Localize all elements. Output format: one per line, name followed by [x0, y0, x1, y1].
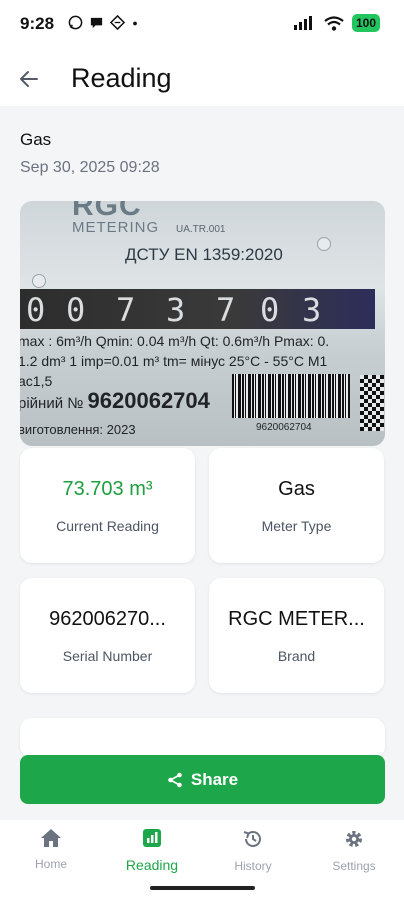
brand-label: Brand — [277, 648, 316, 664]
photo-metering-text: METERING — [72, 219, 160, 236]
serial-number-value: 962006270... — [49, 608, 166, 630]
share-icon — [168, 772, 182, 787]
back-button[interactable] — [14, 64, 44, 94]
photo-spec-line: 1.2 dm³ 1 imp=0.01 m³ tm= мінус 25°C - 5… — [20, 353, 328, 369]
brand-card: RGC METER... Brand — [209, 578, 384, 693]
nav-history-label: History — [234, 859, 272, 873]
photo-spec-line: max : 6m³/h Qmin: 0.04 m³/h Qt: 0.6m³/h … — [20, 333, 330, 349]
nav-settings[interactable]: Settings — [314, 828, 394, 878]
photo-ua-tr-text: UA.TR.001 — [176, 224, 226, 235]
serial-number-card: 962006270... Serial Number — [20, 578, 195, 693]
photo-year-line: виготовлення: 2023 — [20, 422, 136, 437]
page-title: Reading — [71, 63, 172, 93]
photo-serial-line: рійний № 9620062704 — [20, 388, 210, 414]
status-right: 100 — [293, 14, 380, 32]
photo-barcode-number: 9620062704 — [256, 422, 312, 433]
chat-icon — [90, 17, 103, 29]
dot-icon — [133, 21, 137, 26]
app-bar: Reading — [0, 52, 404, 106]
odometer-digit: 7 — [216, 291, 236, 329]
nav-home-label: Home — [34, 857, 67, 871]
signal-icon — [293, 16, 312, 30]
meter-name: Gas — [20, 130, 52, 149]
odometer-digit: 0 — [260, 291, 280, 329]
nav-reading-label: Reading — [125, 857, 179, 873]
nav-reading[interactable]: Reading — [112, 828, 192, 878]
share-button-label: Share — [190, 769, 239, 789]
reading-timestamp: Sep 30, 2025 09:28 — [20, 159, 160, 176]
nav-home[interactable]: Home — [11, 828, 91, 878]
current-reading-value: 73.703 m³ — [62, 478, 153, 500]
nav-settings-label: Settings — [332, 859, 376, 873]
odometer-digit: 0 — [66, 291, 86, 329]
current-reading-card: 73.703 m³ Current Reading — [20, 448, 195, 563]
photo-serial-label: рійний № — [20, 395, 84, 412]
meter-type-label: Meter Type — [261, 518, 332, 534]
meter-photo[interactable]: RGC METERING UA.TR.001 ДСТУ EN 1359:2020… — [20, 201, 385, 446]
share-button[interactable]: Share — [20, 755, 385, 804]
photo-serial-value: 9620062704 — [87, 388, 210, 413]
history-icon — [243, 831, 261, 847]
odometer-digit: 3 — [166, 291, 186, 329]
photo-barcode — [232, 374, 350, 418]
photo-screw — [317, 237, 331, 251]
details-card[interactable] — [20, 718, 385, 758]
notification-icons — [68, 15, 139, 30]
whatsapp-icon — [68, 15, 83, 30]
battery-indicator: 100 — [351, 14, 380, 32]
reading-icon — [143, 829, 161, 847]
serial-number-label: Serial Number — [62, 648, 153, 664]
photo-spec-line: ас1,5 — [20, 373, 53, 389]
brand-value: RGC METER... — [228, 608, 365, 630]
photo-qr-code — [360, 375, 384, 431]
status-bar: 9:28 100 — [0, 0, 404, 52]
home-icon — [41, 829, 61, 847]
odometer-digit: 7 — [116, 291, 136, 329]
photo-screw — [32, 274, 46, 288]
home-indicator — [150, 886, 255, 890]
diamond-icon — [110, 15, 125, 30]
reading-content[interactable]: Gas Sep 30, 2025 09:28 RGC METERING UA.T… — [0, 106, 404, 820]
nav-history[interactable]: History — [213, 828, 293, 878]
wifi-icon — [324, 15, 344, 31]
odometer-digit: 3 — [302, 291, 322, 329]
meter-type-card: Gas Meter Type — [209, 448, 384, 563]
odometer-digit: 0 — [26, 291, 46, 329]
meter-type-value: Gas — [278, 478, 315, 500]
current-reading-label: Current Reading — [56, 518, 159, 534]
status-time: 9:28 — [20, 14, 55, 33]
odometer-digits: 0 0 7 3 7 0 3 — [20, 289, 375, 329]
settings-icon — [346, 831, 362, 847]
back-arrow-icon — [20, 71, 38, 87]
photo-standard-text: ДСТУ EN 1359:2020 — [125, 245, 283, 264]
